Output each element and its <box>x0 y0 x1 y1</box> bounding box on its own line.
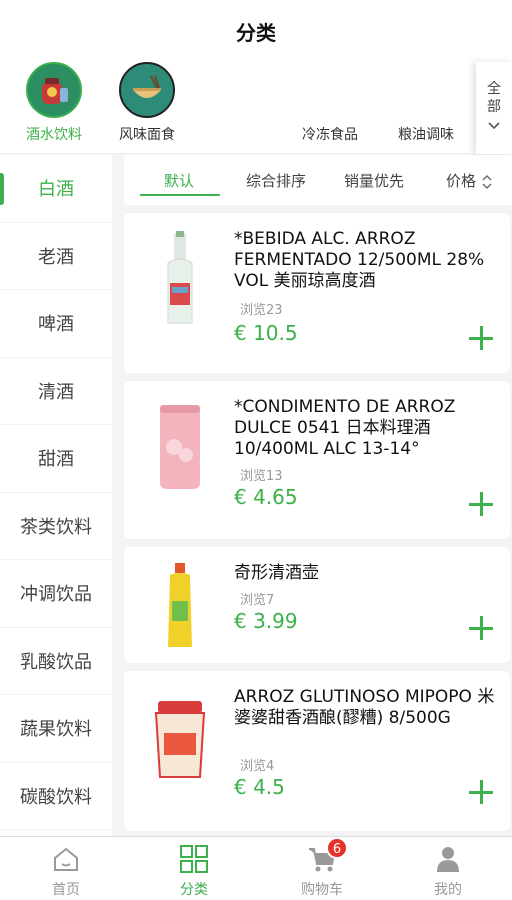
pink-can-icon <box>160 405 200 489</box>
tab-home[interactable]: 首页 <box>26 843 106 899</box>
sort-price-label: 价格 <box>446 172 477 190</box>
product-name[interactable]: *CONDIMENTO DE ARROZ DULCE 0541 日本料理酒 10… <box>234 397 502 460</box>
product-views: 浏览23 <box>240 303 283 318</box>
header: 分类 <box>0 0 512 62</box>
sidebar-item-lactic-drinks[interactable]: 乳酸饮品 <box>0 628 112 695</box>
product-card[interactable]: ARROZ GLUTINOSO MIPOPO 米婆婆甜香酒酿(醪糟) 8/500… <box>124 671 510 831</box>
subcategory-sidebar: 白酒 老酒 啤酒 清酒 甜酒 茶类饮料 冲调饮品 乳酸饮品 蔬果饮料 碳酸饮料 <box>0 155 112 836</box>
home-icon <box>50 843 82 875</box>
all-label-line2: 部 <box>487 99 501 115</box>
sort-bar: 默认 综合排序 销量优先 价格 <box>124 155 512 205</box>
product-name[interactable]: ARROZ GLUTINOSO MIPOPO 米婆婆甜香酒酿(醪糟) 8/500… <box>234 687 502 729</box>
sidebar-item-baijiu[interactable]: 白酒 <box>0 155 112 223</box>
product-price: € 10.5 <box>234 321 298 345</box>
product-card[interactable]: *CONDIMENTO DE ARROZ DULCE 0541 日本料理酒 10… <box>124 381 510 539</box>
chevron-down-icon <box>487 118 501 136</box>
category-label: 风味面食 <box>119 127 175 143</box>
liquor-bottle-icon <box>167 231 193 324</box>
category-strip: 酒水饮料 风味面食 冷冻食品 粮油调味 全 部 <box>0 62 512 154</box>
grid-icon <box>178 843 210 875</box>
sort-active-underline <box>140 194 220 196</box>
product-name[interactable]: *BEBIDA ALC. ARROZ FERMENTADO 12/500ML 2… <box>234 229 502 292</box>
page-title: 分类 <box>236 20 276 45</box>
product-price: € 3.99 <box>234 609 298 633</box>
product-views: 浏览7 <box>240 593 275 608</box>
add-to-cart-button[interactable] <box>468 615 494 641</box>
all-label-line1: 全 <box>487 81 501 97</box>
sort-default[interactable]: 默认 <box>164 170 194 191</box>
add-to-cart-button[interactable] <box>468 779 494 805</box>
sidebar-item-laojiu[interactable]: 老酒 <box>0 223 112 290</box>
product-price: € 4.65 <box>234 485 298 509</box>
category-grain-oil[interactable]: 粮油调味 <box>398 124 454 144</box>
product-price: € 4.5 <box>234 775 285 799</box>
user-icon <box>432 843 464 875</box>
cart-icon: 6 <box>306 837 348 875</box>
product-card[interactable]: *BEBIDA ALC. ARROZ FERMENTADO 12/500ML 2… <box>124 213 510 373</box>
sidebar-item-fruit-veg-drinks[interactable]: 蔬果饮料 <box>0 695 112 763</box>
tab-label: 购物车 <box>301 882 343 898</box>
sidebar-item-tea-drinks[interactable]: 茶类饮料 <box>0 493 112 560</box>
sort-price[interactable]: 价格 <box>446 170 493 191</box>
yellow-bottle-icon <box>168 563 192 647</box>
tab-label: 首页 <box>52 882 80 898</box>
category-label: 酒水饮料 <box>26 127 82 143</box>
sidebar-item-beer[interactable]: 啤酒 <box>0 290 112 358</box>
jar-icon <box>154 701 206 778</box>
product-views: 浏览4 <box>240 759 275 774</box>
tab-category[interactable]: 分类 <box>154 843 234 899</box>
tab-label: 我的 <box>434 882 462 898</box>
category-drinks[interactable]: 酒水饮料 <box>18 62 90 144</box>
sort-arrows-icon <box>482 174 492 189</box>
tab-profile[interactable]: 我的 <box>408 843 488 899</box>
bottom-tab-bar: 首页 分类 6 购物车 我的 <box>0 836 512 900</box>
category-noodles[interactable]: 风味面食 <box>110 62 184 144</box>
category-frozen[interactable]: 冷冻食品 <box>302 124 358 144</box>
tab-label: 分类 <box>180 882 208 898</box>
product-card[interactable]: 奇形清酒壶 浏览7 € 3.99 <box>124 547 510 663</box>
add-to-cart-button[interactable] <box>468 325 494 351</box>
product-name[interactable]: 奇形清酒壶 <box>234 563 502 584</box>
sidebar-item-sake[interactable]: 清酒 <box>0 358 112 425</box>
sidebar-item-soda[interactable]: 碳酸饮料 <box>0 763 112 830</box>
sidebar-item-sweet-wine[interactable]: 甜酒 <box>0 425 112 493</box>
sort-comprehensive[interactable]: 综合排序 <box>246 170 306 191</box>
sort-sales[interactable]: 销量优先 <box>344 170 404 191</box>
all-categories-button[interactable]: 全 部 <box>476 62 512 154</box>
wine-jar-icon <box>26 62 82 118</box>
tab-cart[interactable]: 6 购物车 <box>282 837 362 899</box>
noodle-bowl-icon <box>119 62 175 118</box>
product-views: 浏览13 <box>240 469 283 484</box>
cart-count-badge: 6 <box>326 837 348 859</box>
add-to-cart-button[interactable] <box>468 491 494 517</box>
sidebar-item-instant-drinks[interactable]: 冲调饮品 <box>0 560 112 628</box>
